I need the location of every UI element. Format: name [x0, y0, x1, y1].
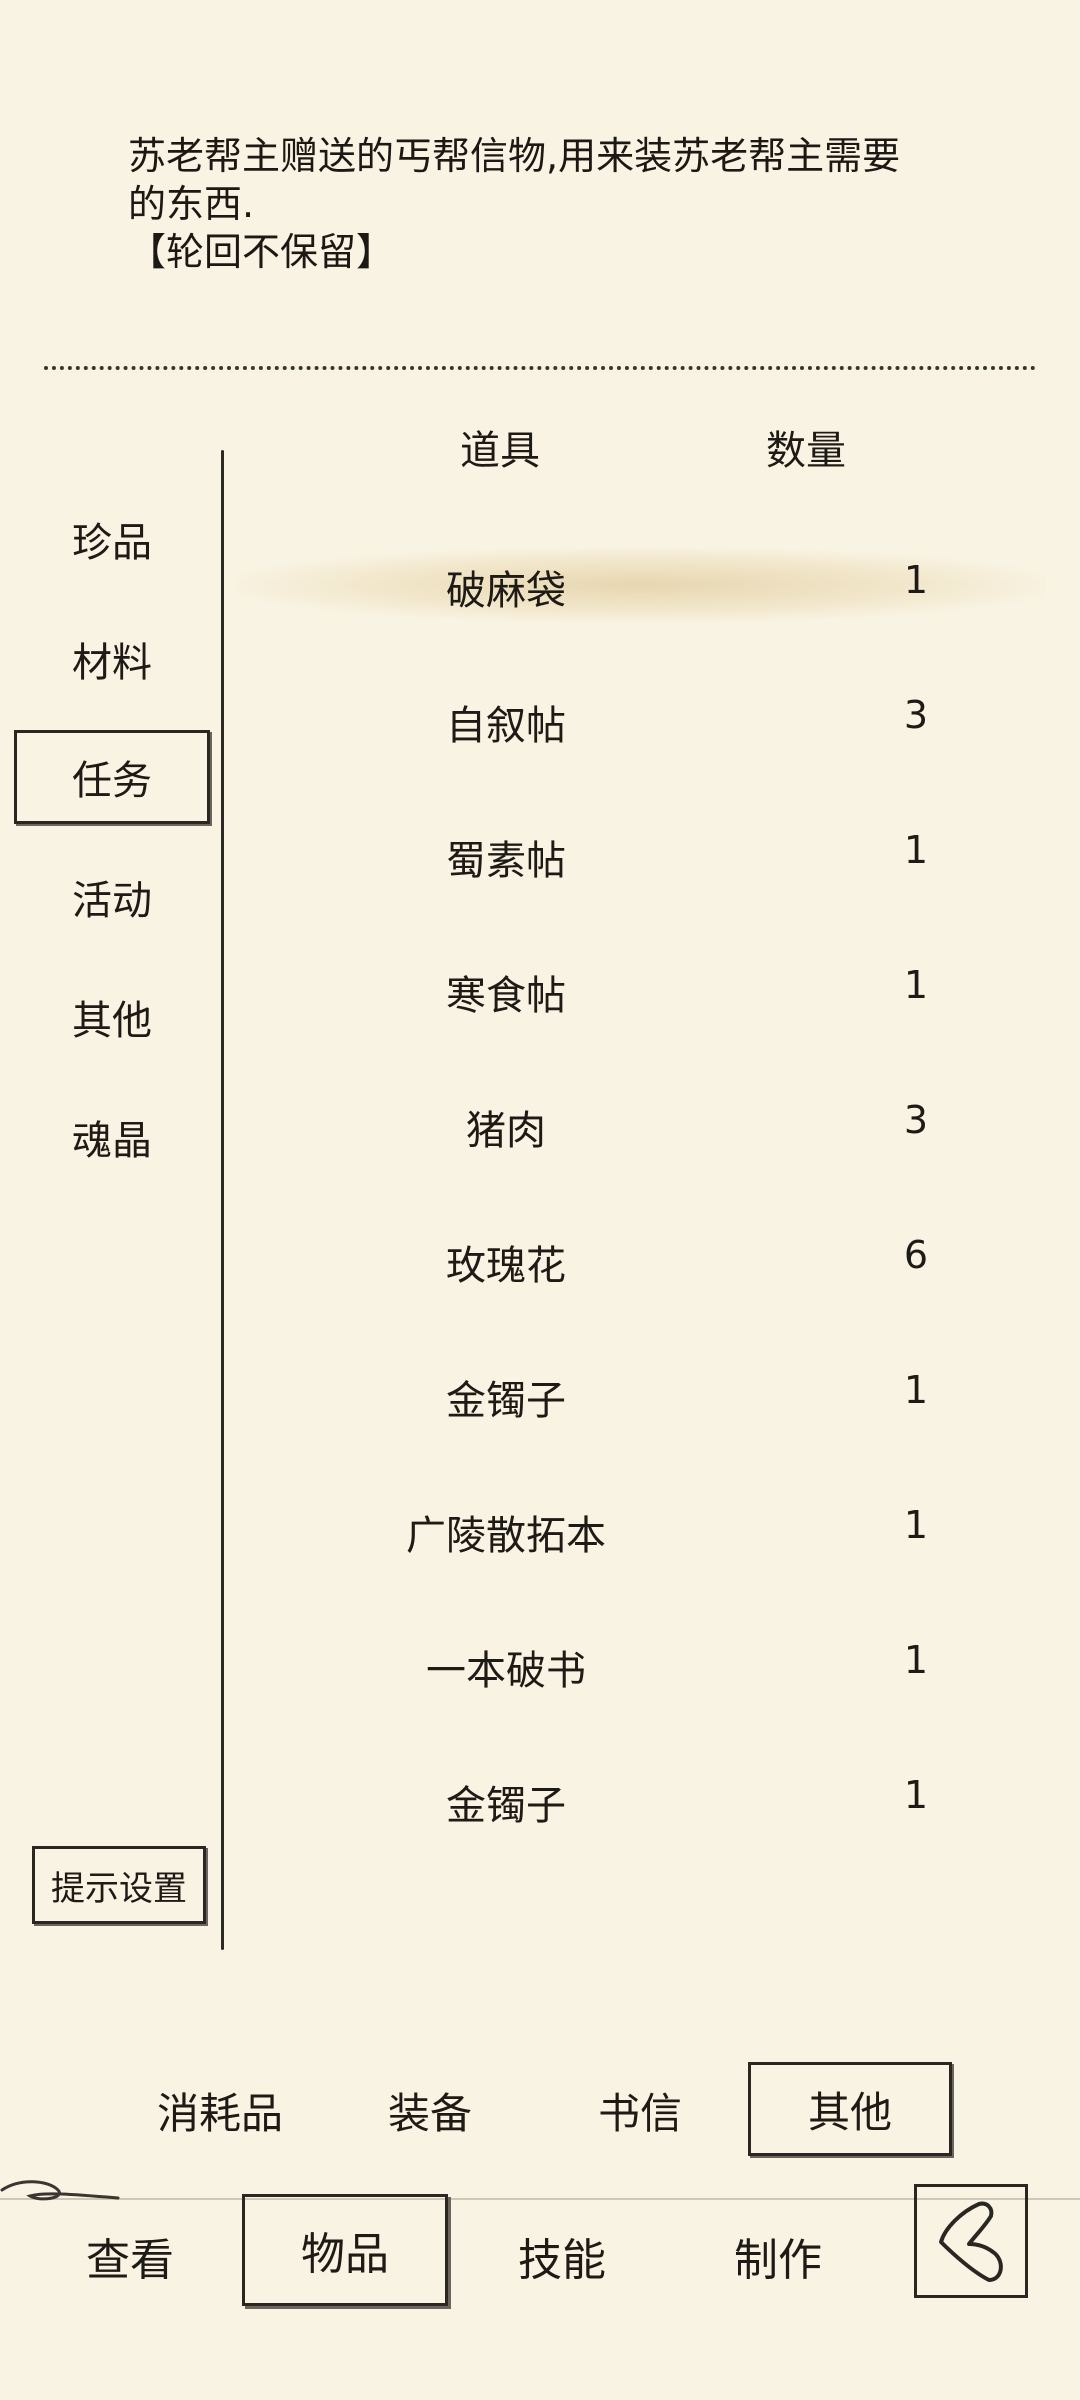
item-row[interactable]: 金镯子 1	[236, 1354, 1046, 1434]
quantity-column-header: 数量	[766, 428, 846, 474]
item-quantity: 3	[903, 1098, 929, 1142]
item-name: 蜀素帖	[446, 838, 566, 884]
category-soul-crystal[interactable]: 魂晶	[14, 1090, 210, 1184]
subtab-other[interactable]: 其他	[748, 2062, 952, 2156]
item-row[interactable]: 破麻袋 1	[236, 544, 1046, 624]
item-quantity: 1	[903, 1503, 929, 1547]
subtab-equipment[interactable]: 装备	[360, 2070, 500, 2150]
subtab-consumables[interactable]: 消耗品	[140, 2070, 300, 2150]
item-name: 自叙帖	[446, 703, 566, 749]
description-line-3: 【轮回不保留】	[128, 230, 395, 274]
item-description: 苏老帮主赠送的丐帮信物,用来装苏老帮主需要 的东西. 【轮回不保留】	[128, 132, 948, 276]
item-quantity: 1	[903, 1368, 929, 1412]
item-name: 寒食帖	[446, 973, 566, 1019]
item-quantity: 6	[903, 1233, 929, 1277]
item-row[interactable]: 自叙帖 3	[236, 679, 1046, 759]
item-name: 金镯子	[446, 1378, 566, 1424]
category-quest[interactable]: 任务	[14, 730, 210, 824]
item-name: 猪肉	[466, 1108, 546, 1154]
category-event[interactable]: 活动	[14, 850, 210, 944]
item-quantity: 1	[903, 963, 929, 1007]
item-quantity: 1	[903, 1773, 929, 1817]
back-button[interactable]	[914, 2184, 1028, 2298]
tab-view[interactable]: 查看	[60, 2200, 200, 2312]
item-row[interactable]: 一本破书 1	[236, 1624, 1046, 1704]
tab-items[interactable]: 物品	[242, 2194, 448, 2306]
item-column-header: 道具	[460, 428, 540, 474]
item-row[interactable]: 猪肉 3	[236, 1084, 1046, 1164]
description-line-2: 的东西.	[128, 182, 255, 226]
item-quantity: 1	[903, 558, 929, 602]
category-other[interactable]: 其他	[14, 970, 210, 1064]
description-line-1: 苏老帮主赠送的丐帮信物,用来装苏老帮主需要	[128, 134, 901, 178]
item-name: 破麻袋	[446, 568, 566, 614]
item-name: 一本破书	[426, 1648, 586, 1694]
category-precious[interactable]: 珍品	[14, 492, 210, 586]
item-row[interactable]: 广陵散拓本 1	[236, 1489, 1046, 1569]
back-arrow-icon	[939, 2201, 1003, 2282]
category-materials[interactable]: 材料	[14, 612, 210, 706]
tab-skills[interactable]: 技能	[492, 2200, 632, 2312]
item-row[interactable]: 寒食帖 1	[236, 949, 1046, 1029]
item-quantity: 3	[903, 693, 929, 737]
tab-crafting[interactable]: 制作	[708, 2200, 848, 2312]
item-row[interactable]: 金镯子 1	[236, 1759, 1046, 1839]
item-row[interactable]: 玫瑰花 6	[236, 1219, 1046, 1299]
hint-settings-button[interactable]: 提示设置	[32, 1846, 206, 1924]
dotted-divider	[44, 366, 1036, 370]
item-name: 广陵散拓本	[406, 1513, 606, 1559]
item-quantity: 1	[903, 828, 929, 872]
item-quantity: 1	[903, 1638, 929, 1682]
item-name: 玫瑰花	[446, 1243, 566, 1289]
category-divider-line	[221, 450, 224, 1950]
subtab-letters[interactable]: 书信	[570, 2070, 710, 2150]
item-name: 金镯子	[446, 1783, 566, 1829]
item-row[interactable]: 蜀素帖 1	[236, 814, 1046, 894]
